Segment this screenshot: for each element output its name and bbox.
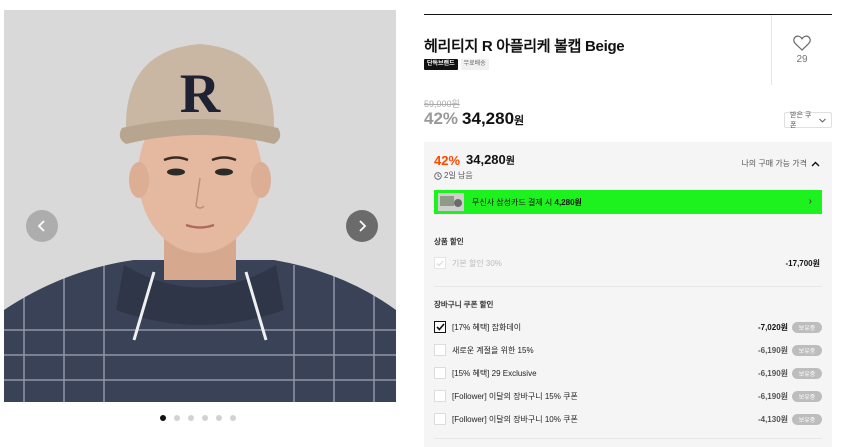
card-promo-text: 무신사 삼성카드 결제 시 4,280원: [472, 197, 582, 207]
heart-icon: [793, 35, 811, 51]
coupon-row[interactable]: 새로운 계절을 위한 15% -6,190원 보유중: [434, 342, 822, 358]
cart-coupon-label: 장바구니 쿠폰 할인: [434, 300, 494, 309]
chevron-down-icon: [819, 118, 826, 123]
coupon-checkbox[interactable]: [434, 344, 446, 356]
owned-badge: 보유중: [792, 413, 822, 425]
title-section: 헤리티지 R 아플리케 볼캡 Beige 단독브랜드 무료배송 29: [424, 14, 832, 85]
clock-icon: [434, 171, 442, 180]
benefit-price: 34,280원: [466, 152, 515, 167]
like-button[interactable]: 29: [771, 15, 832, 85]
coupon-row[interactable]: [Follower] 이달의 장바구니 15% 쿠폰 -6,190원 보유중: [434, 388, 822, 404]
check-icon: [436, 260, 444, 266]
product-discount-amount: -17,700원: [785, 258, 821, 268]
time-remaining: 2일 남음: [434, 170, 473, 181]
card-promo-image: [438, 193, 464, 211]
free-shipping-tag: 무료배송: [460, 59, 489, 70]
coupon-checkbox[interactable]: [434, 413, 446, 425]
owned-badge: 보유중: [792, 344, 822, 356]
pagination-dot[interactable]: [202, 415, 208, 421]
coupon-amount: -4,130원: [757, 414, 788, 424]
benefit-box: 42% 34,280원 2일 남음 나의 구매 가능 가격 무신사 삼성카드 결…: [424, 142, 832, 447]
gallery-next-button[interactable]: [346, 210, 378, 242]
coupon-amount: -6,190원: [757, 368, 788, 378]
product-discount-row: 기본 할인 30% -17,700원: [434, 255, 822, 271]
check-icon: [435, 323, 445, 331]
pagination-dot[interactable]: [230, 415, 236, 421]
chevron-left-icon: [37, 220, 45, 232]
chevron-up-icon: [811, 161, 820, 166]
discount-rate: 42%: [424, 109, 459, 128]
coupon-row[interactable]: [17% 혜택] 잡화데이 -7,020원 보유중: [434, 319, 822, 335]
exclusive-brand-tag: 단독브랜드: [424, 59, 458, 70]
coupon-label: [Follower] 이달의 장바구니 10% 쿠폰: [452, 414, 578, 424]
pagination-dot[interactable]: [174, 415, 180, 421]
coupon-amount: -6,190원: [757, 391, 788, 401]
svg-text:R: R: [180, 63, 221, 125]
owned-badge: 보유중: [792, 367, 822, 379]
product-image[interactable]: R: [4, 10, 396, 402]
coupon-row[interactable]: [Follower] 이달의 장바구니 10% 쿠폰 -4,130원 보유중: [434, 411, 822, 427]
sale-price: 34,280원: [462, 109, 525, 128]
coupon-label: [Follower] 이달의 장바구니 15% 쿠폰: [452, 391, 578, 401]
benefit-rate: 42%: [434, 153, 461, 168]
product-title: 헤리티지 R 아플리케 볼캡 Beige: [424, 38, 625, 55]
product-photo: R: [4, 10, 396, 402]
coupon-checkbox[interactable]: [434, 321, 446, 333]
pagination-dot[interactable]: [216, 415, 222, 421]
coupon-label: [15% 혜택] 29 Exclusive: [452, 368, 537, 378]
pagination-dot[interactable]: [188, 415, 194, 421]
divider: [434, 286, 822, 287]
chevron-right-icon: ›: [808, 196, 812, 207]
product-discount-label: 상품 할인: [434, 237, 464, 246]
coupon-amount: -6,190원: [757, 345, 788, 355]
coupon-amount: -7,020원: [757, 322, 788, 332]
pagination-dot[interactable]: [160, 415, 166, 421]
checkbox-disabled: [434, 257, 446, 269]
owned-badge: 보유중: [792, 390, 822, 402]
received-coupon-button[interactable]: 받은 쿠폰: [784, 112, 832, 129]
coupon-checkbox[interactable]: [434, 367, 446, 379]
card-promo-banner[interactable]: 무신사 삼성카드 결제 시 4,280원 ›: [434, 190, 822, 214]
gallery-pagination: [160, 415, 236, 421]
owned-badge: 보유중: [792, 321, 822, 333]
coupon-label: 새로운 계절을 위한 15%: [452, 345, 534, 355]
chevron-right-icon: [359, 220, 367, 232]
coupon-label: [17% 혜택] 잡화데이: [452, 322, 522, 332]
coupon-checkbox[interactable]: [434, 390, 446, 402]
my-price-toggle[interactable]: 나의 구매 가능 가격: [741, 158, 820, 169]
product-tags: 단독브랜드 무료배송: [424, 59, 489, 70]
coupon-row[interactable]: [15% 혜택] 29 Exclusive -6,190원 보유중: [434, 365, 822, 381]
product-discount-item: 기본 할인 30%: [452, 258, 502, 268]
like-count: 29: [796, 54, 808, 65]
price-row: 42% 34,280원: [424, 109, 524, 129]
divider: [434, 438, 822, 439]
gallery-prev-button[interactable]: [26, 210, 58, 242]
